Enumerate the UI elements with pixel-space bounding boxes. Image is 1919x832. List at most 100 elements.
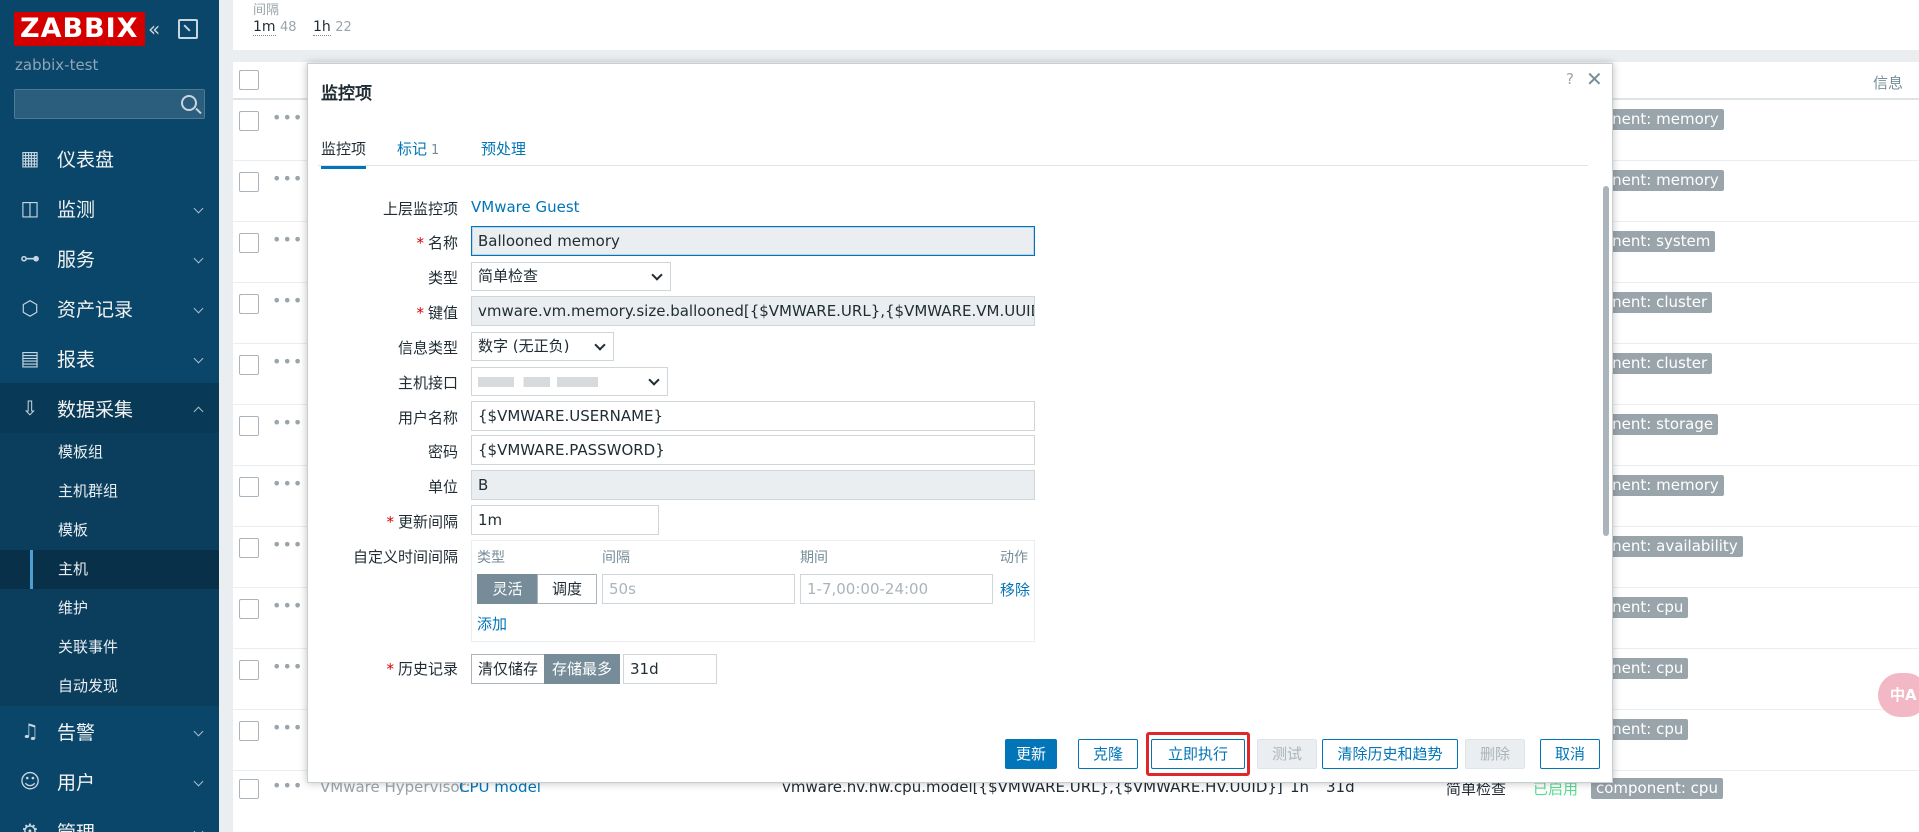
row-actions-icon[interactable]: •••: [272, 352, 303, 371]
row-checkbox[interactable]: [239, 355, 259, 375]
filter-tag-1h[interactable]: 1h: [313, 19, 331, 36]
sidebar-search-input[interactable]: [14, 89, 205, 119]
row-actions-icon[interactable]: •••: [272, 413, 303, 432]
close-icon[interactable]: ✕: [1586, 67, 1603, 91]
test-button[interactable]: 测试: [1257, 739, 1317, 769]
host-interface-select[interactable]: [471, 367, 668, 396]
username-label: 用户名称: [397, 409, 458, 427]
delete-button[interactable]: 删除: [1465, 739, 1525, 769]
redacted-interface-value: [478, 377, 598, 387]
menu-item-reports[interactable]: ▤ 报表: [0, 333, 219, 383]
tab-tags[interactable]: 标记 1: [397, 138, 439, 159]
custom-interval-input[interactable]: 50s: [602, 574, 795, 604]
history-do-not-store-toggle[interactable]: 清仅储存: [471, 654, 545, 684]
update-button[interactable]: 更新: [1005, 739, 1057, 769]
row-checkbox[interactable]: [239, 416, 259, 436]
row-checkbox[interactable]: [239, 233, 259, 253]
menu-item-users[interactable]: ☺ 用户: [0, 756, 219, 806]
menu-item-alerts[interactable]: ♫ 告警: [0, 706, 219, 756]
row-checkbox[interactable]: [239, 477, 259, 497]
menu-item-label: 数据采集: [57, 398, 134, 421]
name-label-text: 名称: [427, 234, 458, 252]
submenu-item-hosts[interactable]: 主机: [0, 550, 219, 589]
main-menu: ▦ 仪表盘 ◫ 监测 ⊶ 服务 ⬡ 资产记录 ▤ 报表 ⇩ 数据采集 模板组 主…: [0, 133, 219, 832]
row-actions-icon[interactable]: •••: [272, 776, 303, 795]
menu-item-monitoring[interactable]: ◫ 监测: [0, 183, 219, 233]
col-action-header: 动作: [1000, 550, 1028, 566]
menu-item-administration[interactable]: ⚙ 管理: [0, 806, 219, 832]
cancel-button[interactable]: 取消: [1540, 739, 1600, 769]
row-checkbox[interactable]: [239, 111, 259, 131]
row-checkbox[interactable]: [239, 779, 259, 799]
row-checkbox[interactable]: [239, 599, 259, 619]
menu-item-dashboard[interactable]: ▦ 仪表盘: [0, 133, 219, 183]
select-all-checkbox[interactable]: [239, 70, 259, 90]
submenu-item-templates[interactable]: 模板: [0, 511, 219, 550]
filter-tag-1m[interactable]: 1m: [253, 19, 276, 36]
parent-item-link[interactable]: VMware Guest: [471, 198, 580, 216]
update-interval-input[interactable]: 1m: [471, 505, 659, 535]
row-actions-icon[interactable]: •••: [272, 230, 303, 249]
key-label-text: 键值: [427, 304, 458, 322]
row-actions-icon[interactable]: •••: [272, 596, 303, 615]
dialog-footer: 更新 克隆 立即执行 测试 清除历史和趋势 删除 取消: [308, 724, 1612, 782]
row-actions-icon[interactable]: •••: [272, 657, 303, 676]
search-icon[interactable]: [181, 95, 197, 111]
data-collection-icon: ⇩: [21, 396, 39, 420]
dialog-scrollbar[interactable]: [1603, 186, 1609, 536]
col-period-header: 期间: [800, 550, 828, 566]
submenu-item-maintenance[interactable]: 维护: [0, 589, 219, 628]
help-icon[interactable]: ?: [1566, 70, 1574, 88]
custom-period-input[interactable]: 1-7,00:00-24:00: [800, 574, 993, 604]
history-input[interactable]: 31d: [623, 654, 717, 684]
execute-now-button[interactable]: 立即执行: [1151, 739, 1245, 769]
row-actions-icon[interactable]: •••: [272, 535, 303, 554]
username-input[interactable]: {$VMWARE.USERNAME}: [471, 401, 1035, 431]
update-interval-label: * 更新间隔: [308, 511, 458, 532]
chevron-down-icon: [193, 726, 204, 737]
required-marker: *: [416, 234, 424, 252]
chevron-up-icon: [193, 406, 204, 417]
translate-float-button[interactable]: 中A: [1878, 673, 1919, 717]
submenu-item-event-correlation[interactable]: 关联事件: [0, 628, 219, 667]
tab-badge: 1: [431, 143, 440, 158]
tab-preprocessing[interactable]: 预处理: [481, 138, 526, 159]
row-actions-icon[interactable]: •••: [272, 108, 303, 127]
menu-item-inventory[interactable]: ⬡ 资产记录: [0, 283, 219, 333]
dialog-tabs: 监控项 标记 1 预处理: [318, 134, 1588, 169]
menu-item-data-collection[interactable]: ⇩ 数据采集: [0, 383, 219, 433]
collapse-sidebar-icon[interactable]: «: [148, 18, 170, 40]
kiosk-mode-icon[interactable]: [178, 19, 198, 39]
add-interval-link[interactable]: 添加: [477, 613, 507, 634]
remove-interval-link[interactable]: 移除: [1000, 579, 1030, 600]
tab-item[interactable]: 监控项: [321, 138, 367, 169]
row-checkbox[interactable]: [239, 721, 259, 741]
row-checkbox[interactable]: [239, 294, 259, 314]
flexible-toggle[interactable]: 灵活: [477, 574, 538, 604]
submenu-item-template-groups[interactable]: 模板组: [0, 433, 219, 472]
type-select[interactable]: 简单检查: [471, 262, 671, 291]
submenu-item-discovery[interactable]: 自动发现: [0, 667, 219, 706]
row-actions-icon[interactable]: •••: [272, 474, 303, 493]
submenu-item-host-groups[interactable]: 主机群组: [0, 472, 219, 511]
row-checkbox[interactable]: [239, 660, 259, 680]
units-input[interactable]: B: [471, 470, 1035, 500]
row-checkbox[interactable]: [239, 538, 259, 558]
history-store-up-to-toggle[interactable]: 存储最多: [544, 654, 620, 684]
key-input[interactable]: vmware.vm.memory.size.ballooned[{$VMWARE…: [471, 296, 1035, 326]
clone-button[interactable]: 克隆: [1078, 739, 1138, 769]
alerts-icon: ♫: [21, 719, 39, 743]
menu-item-services[interactable]: ⊶ 服务: [0, 233, 219, 283]
name-input[interactable]: Ballooned memory: [471, 226, 1035, 256]
row-actions-icon[interactable]: •••: [272, 169, 303, 188]
scheduling-toggle[interactable]: 调度: [537, 574, 597, 604]
menu-item-label: 监测: [57, 198, 96, 221]
clear-history-button[interactable]: 清除历史和趋势: [1322, 739, 1458, 769]
info-type-select[interactable]: 数字 (无正负): [471, 332, 614, 361]
row-actions-icon[interactable]: •••: [272, 291, 303, 310]
zabbix-logo[interactable]: ZABBIX: [14, 12, 145, 46]
row-checkbox[interactable]: [239, 172, 259, 192]
password-input[interactable]: {$VMWARE.PASSWORD}: [471, 435, 1035, 465]
row-actions-icon[interactable]: •••: [272, 718, 303, 737]
item-tag: onent: memory: [1598, 475, 1724, 496]
